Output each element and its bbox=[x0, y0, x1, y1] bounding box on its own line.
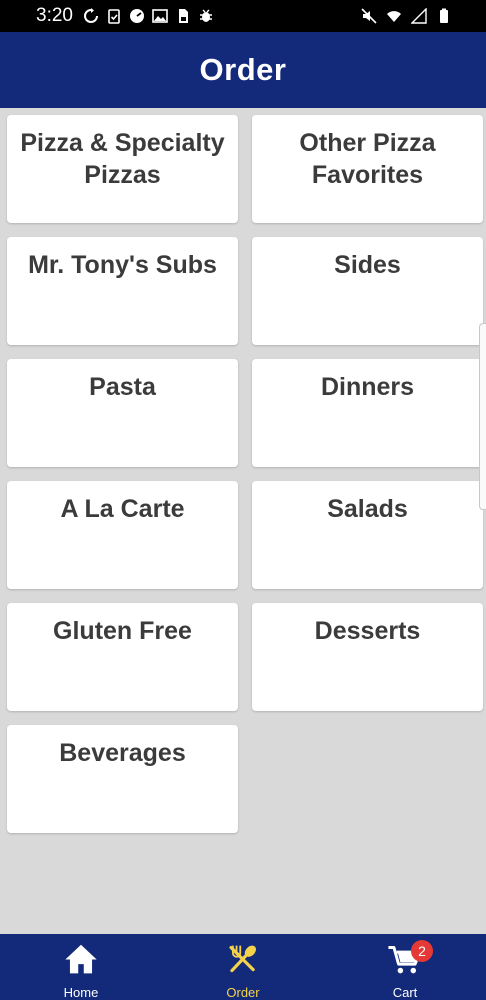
status-bar: 3:20 bbox=[0, 0, 486, 32]
category-tile[interactable]: Beverages bbox=[7, 725, 238, 833]
category-tile[interactable]: A La Carte bbox=[7, 481, 238, 589]
bottom-nav: Home Order 2 Cart bbox=[0, 934, 486, 1000]
battery-icon bbox=[440, 8, 448, 23]
image-icon bbox=[152, 9, 168, 23]
mute-icon bbox=[361, 8, 377, 24]
category-tile[interactable]: Other Pizza Favorites bbox=[252, 115, 483, 223]
category-tile[interactable]: Mr. Tony's Subs bbox=[7, 237, 238, 345]
signal-icon bbox=[411, 8, 427, 24]
category-tile[interactable]: Gluten Free bbox=[7, 603, 238, 711]
scrollbar-thumb[interactable] bbox=[479, 323, 486, 510]
nav-cart[interactable]: 2 Cart bbox=[324, 934, 486, 1000]
category-tile[interactable]: Pasta bbox=[7, 359, 238, 467]
category-list[interactable]: Pizza & Specialty Pizzas Other Pizza Fav… bbox=[0, 108, 486, 934]
nav-home[interactable]: Home bbox=[0, 934, 162, 1000]
nav-order-label: Order bbox=[226, 985, 260, 1000]
home-icon bbox=[65, 944, 97, 974]
category-tile[interactable]: Salads bbox=[252, 481, 483, 589]
sd-card-icon bbox=[178, 9, 188, 23]
nav-home-label: Home bbox=[63, 985, 99, 1000]
speedometer-icon bbox=[129, 9, 144, 23]
category-tile[interactable]: Pizza & Specialty Pizzas bbox=[7, 115, 238, 223]
nav-order[interactable]: Order bbox=[162, 934, 324, 1000]
bug-icon bbox=[199, 9, 212, 22]
wifi-icon bbox=[387, 11, 401, 22]
category-tile[interactable]: Desserts bbox=[252, 603, 483, 711]
app-header: Order bbox=[0, 32, 486, 108]
category-grid: Pizza & Specialty Pizzas Other Pizza Fav… bbox=[7, 115, 483, 833]
utensils-icon bbox=[229, 945, 256, 973]
category-tile[interactable]: Sides bbox=[252, 237, 483, 345]
cart-count-badge: 2 bbox=[411, 940, 433, 962]
status-time: 3:20 bbox=[36, 5, 73, 26]
status-icons-left bbox=[83, 8, 214, 24]
status-icons-right bbox=[361, 8, 452, 24]
clipboard-icon bbox=[108, 9, 120, 24]
page-title: Order bbox=[199, 52, 287, 87]
sync-icon bbox=[84, 8, 98, 23]
nav-cart-label: Cart bbox=[392, 985, 418, 1000]
category-tile[interactable]: Dinners bbox=[252, 359, 483, 467]
